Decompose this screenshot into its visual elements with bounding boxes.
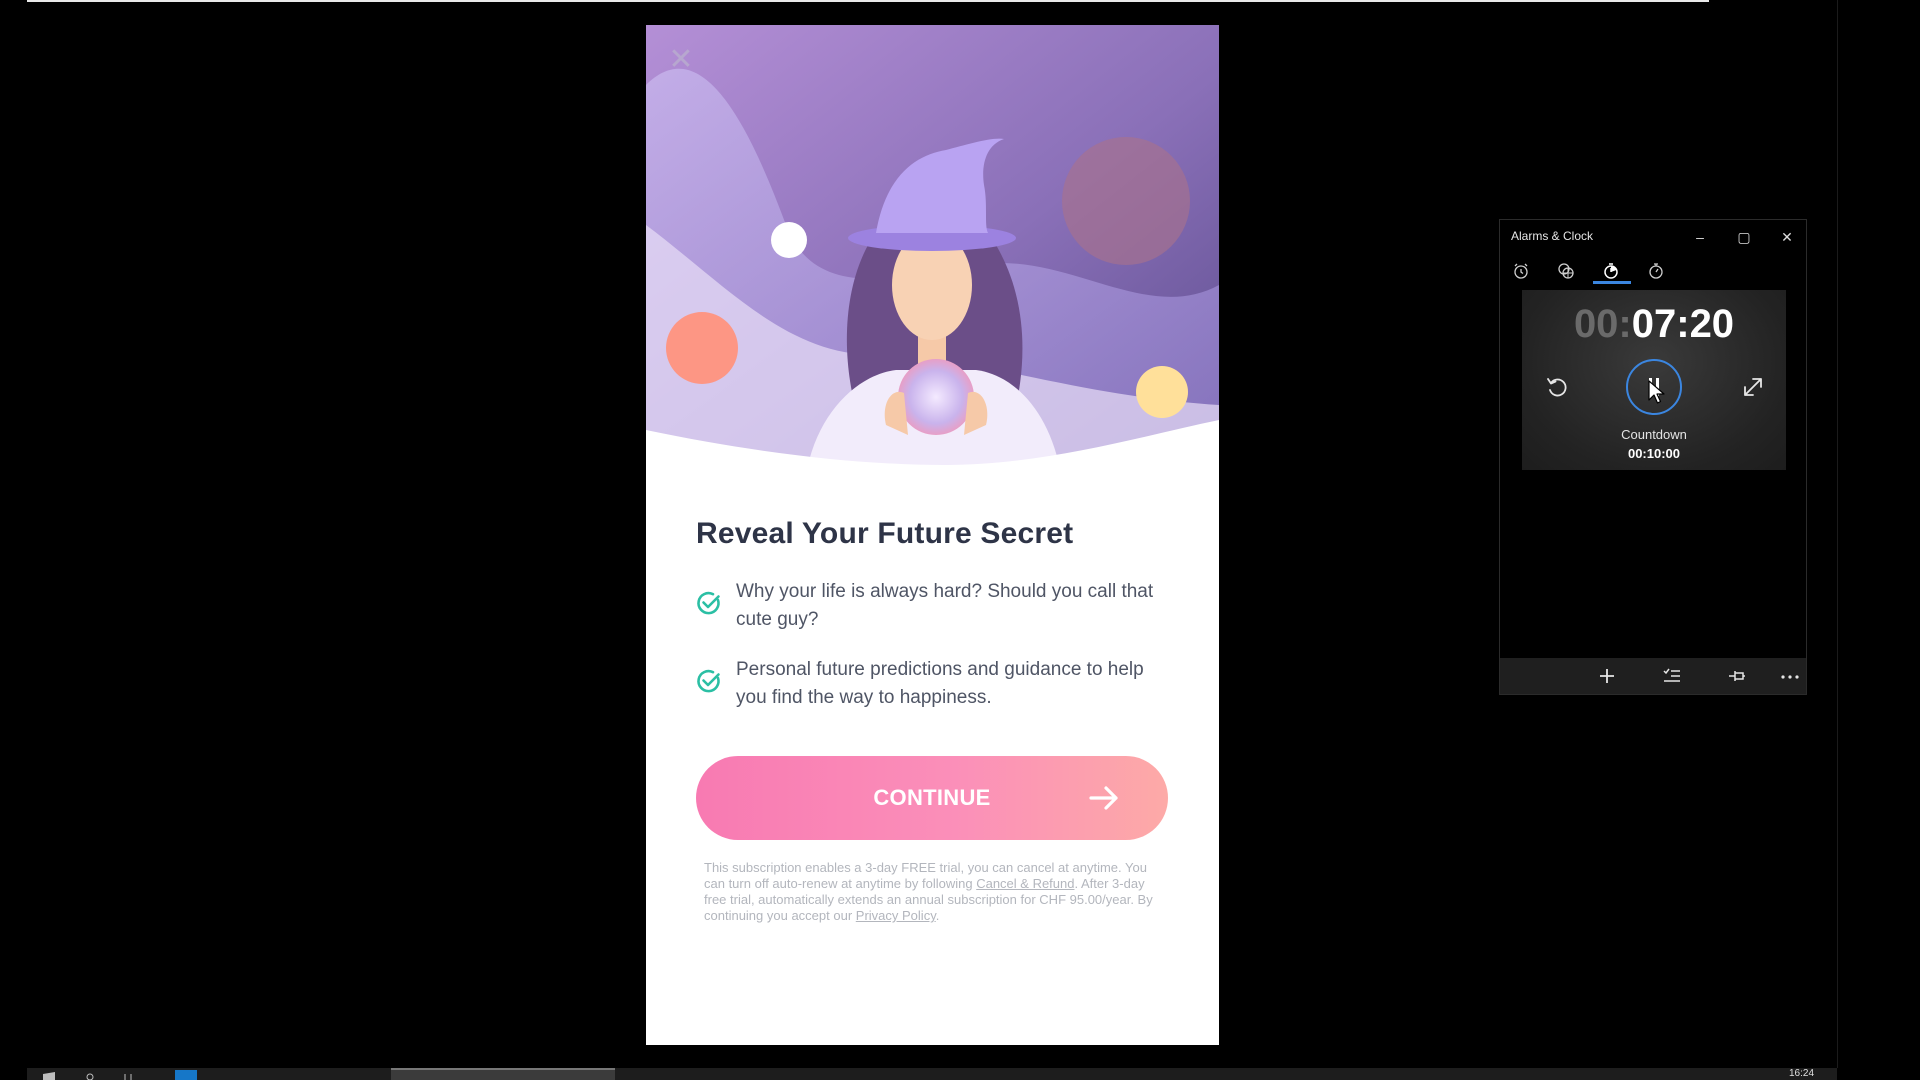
add-icon[interactable] [1595, 665, 1619, 687]
expand-icon[interactable] [1740, 374, 1766, 400]
timer-minutes-seconds: 07:20 [1631, 302, 1735, 346]
check-circle-icon [697, 669, 720, 693]
feature-text: Why your life is always hard? Should you… [736, 581, 1154, 630]
page-title: Reveal Your Future Secret [696, 517, 1074, 550]
command-bar [1500, 658, 1806, 694]
close-icon[interactable]: ✕ [666, 45, 696, 75]
close-window-button[interactable]: ✕ [1767, 222, 1807, 252]
continue-button[interactable]: CONTINUE [696, 756, 1168, 840]
fortune-teller-illustration [646, 25, 1219, 475]
pin-icon[interactable] [1725, 665, 1749, 687]
timer-display: 00:07:20 [1522, 302, 1786, 347]
feature-item: Why your life is always hard? Should you… [696, 578, 1166, 634]
active-tab-indicator [1593, 281, 1631, 284]
start-icon[interactable] [41, 1070, 57, 1080]
continue-label: CONTINUE [873, 785, 991, 810]
mouse-cursor-icon [1648, 380, 1665, 404]
privacy-policy-link[interactable]: Privacy Policy [856, 908, 936, 923]
search-icon[interactable] [85, 1072, 165, 1080]
timer-hours: 00: [1573, 302, 1632, 346]
maximize-button[interactable]: ▢ [1724, 222, 1764, 252]
alarm-tab[interactable] [1506, 256, 1536, 286]
feature-item: Personal future predictions and guidance… [696, 656, 1166, 712]
legal-disclaimer: This subscription enables a 3-day FREE t… [704, 860, 1164, 924]
timer-icon [1604, 263, 1618, 279]
timer-duration: 00:10:00 [1627, 446, 1681, 461]
alarms-clock-window: Alarms & Clock – ▢ ✕ 00:07:20 Countdown … [1499, 219, 1807, 695]
minimize-button[interactable]: – [1680, 222, 1720, 252]
cancel-refund-link[interactable]: Cancel & Refund [976, 876, 1074, 891]
taskbar-active-app[interactable] [391, 1068, 615, 1080]
edit-list-icon[interactable] [1660, 665, 1684, 687]
stopwatch-icon [1649, 263, 1663, 279]
more-icon[interactable] [1778, 665, 1802, 687]
taskbar-app-icon[interactable] [175, 1070, 197, 1080]
stopwatch-tab[interactable] [1641, 256, 1671, 286]
alarm-icon [1514, 263, 1528, 279]
feature-text: Personal future predictions and guidance… [736, 659, 1144, 708]
window-title: Alarms & Clock [1511, 229, 1594, 243]
screen-divider [1837, 0, 1838, 1068]
subscription-screen: ✕ Reveal Your Future Secret Why your lif… [646, 25, 1219, 1045]
screen-top-border [27, 0, 1709, 2]
check-circle-icon [697, 591, 720, 615]
legal-text: . [935, 908, 940, 923]
taskbar: 16:24 [27, 1068, 1837, 1080]
reset-icon[interactable] [1544, 374, 1570, 400]
taskbar-clock: 16:24 [1789, 1068, 1815, 1079]
arrow-right-icon [1089, 786, 1118, 810]
world-clock-icon [1558, 263, 1574, 279]
world-clock-tab[interactable] [1551, 256, 1581, 286]
timer-name: Countdown [1621, 427, 1687, 442]
